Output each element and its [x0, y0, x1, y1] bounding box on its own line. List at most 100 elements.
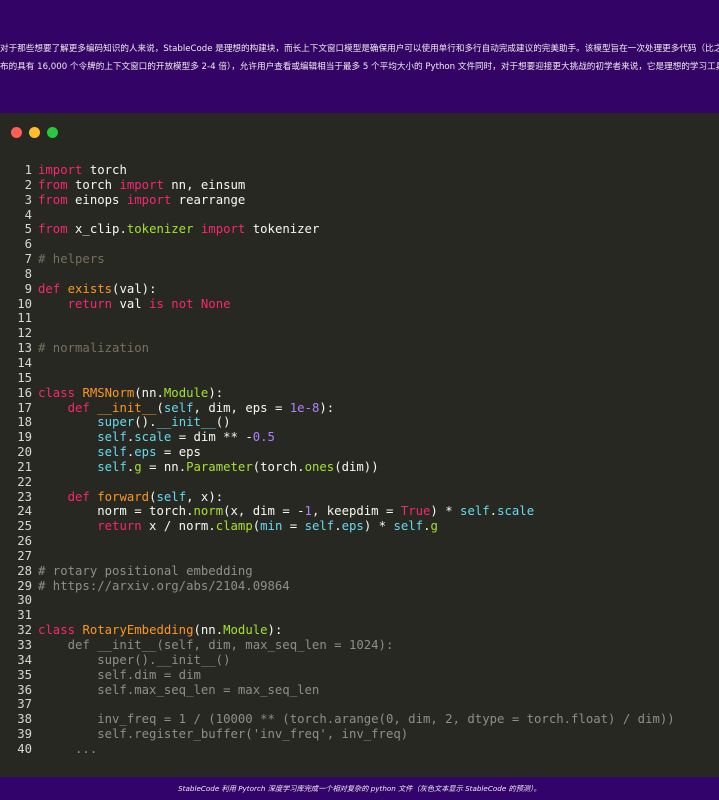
code-token: clamp — [215, 519, 253, 534]
code-line: 29 # https://arxiv.org/abs/2104.09864 — [0, 579, 675, 594]
code-token: einops — [67, 192, 127, 207]
code-token: eps — [341, 519, 364, 534]
code-line: 17 def __init__(self, dim, eps = 1e-8): — [0, 401, 675, 416]
line-number: 39 — [17, 727, 32, 742]
line-number: 15 — [17, 370, 32, 385]
code-token: scale — [134, 430, 172, 445]
code-token: ( — [149, 489, 157, 504]
code-line: 1 import torch — [0, 163, 675, 178]
code-token: , keepdim = — [311, 504, 401, 519]
code-token: from — [38, 222, 68, 237]
code-token: # rotary positional embedding — [38, 563, 253, 578]
line-number: 4 — [24, 207, 32, 222]
close-dot-icon — [11, 127, 22, 138]
code-token: class — [38, 385, 76, 400]
code-token: Module — [163, 385, 209, 400]
code-token: import — [200, 222, 246, 237]
code-token: return — [97, 519, 142, 534]
code-token: scale — [497, 504, 535, 519]
code-line: 14 — [0, 356, 675, 371]
code-token: from — [38, 192, 68, 207]
code-token: self — [460, 504, 490, 519]
maximize-dot-icon — [47, 127, 58, 138]
code-token: , dim, eps = — [193, 400, 290, 415]
code-line: 28 # rotary positional embedding — [0, 564, 675, 579]
line-number: 32 — [17, 623, 32, 638]
code-line: 8 — [0, 267, 675, 282]
code-line: 24 norm = torch. norm (x, dim = -1, keepdi… — [0, 504, 675, 519]
line-number: 16 — [17, 385, 32, 400]
code-line: 27 — [0, 549, 675, 564]
code-line: 33 def __init__(self, dim, max_seq_len =… — [0, 638, 675, 653]
code-token: import — [119, 177, 164, 192]
code-token: (nn. — [193, 623, 224, 638]
code-token: # normalization — [38, 341, 150, 356]
code-token: 1e-8 — [289, 400, 320, 415]
code-token: g — [430, 519, 438, 534]
code-token: val — [112, 296, 150, 311]
code-token: norm — [193, 504, 224, 519]
line-number: 11 — [17, 311, 32, 326]
code-line: 10 return val is not None — [0, 297, 675, 312]
line-number: 27 — [17, 548, 32, 563]
code-line: 7 # helpers — [0, 252, 675, 267]
code-token: ): — [319, 400, 335, 415]
line-number: 2 — [24, 177, 32, 192]
code-line: 30 — [0, 593, 675, 608]
code-line: 12 — [0, 326, 675, 341]
code-token: () — [215, 415, 231, 430]
line-number: 38 — [17, 712, 32, 727]
line-number: 36 — [17, 682, 32, 697]
code-line: 16 class RMSNorm (nn. Module): — [0, 386, 675, 401]
line-number: 6 — [24, 237, 32, 252]
line-number: 5 — [24, 222, 32, 237]
code-token: RotaryEmbedding — [82, 623, 194, 638]
code-token: ): — [208, 385, 224, 400]
code-token: rearrange — [171, 192, 246, 207]
code-line: 22 — [0, 475, 675, 490]
code-token: (dim)) — [334, 459, 379, 474]
code-token: ones — [304, 459, 335, 474]
code-line: 23 def forward(self, x): — [0, 490, 675, 505]
code-token: def — [67, 400, 90, 415]
code-token: torch — [82, 163, 127, 177]
code-token: # https://arxiv.org/abs/2104.09864 — [38, 578, 290, 593]
code-line: 18 super (). __init__() — [0, 415, 675, 430]
code-token: def __init__(self, dim, max_seq_len = 10… — [38, 638, 394, 652]
line-number: 24 — [17, 504, 32, 519]
code-token: ) * — [430, 504, 461, 519]
code-token: . — [489, 504, 498, 519]
code-token: = eps — [156, 445, 201, 460]
code-token: True — [400, 504, 431, 519]
code-line: 11 — [0, 311, 675, 326]
code-editor-window: 1 import torch 2 from torch import nn, eins… — [0, 113, 719, 777]
code-token: x_clip. — [67, 222, 127, 237]
line-number: 31 — [17, 608, 32, 623]
code-line: 32 class RotaryEmbedding (nn. Module): — [0, 623, 675, 638]
code-token: __init__ — [97, 400, 157, 415]
code-token: self.max_seq_len = max_seq_len — [38, 682, 320, 697]
code-token: eps — [134, 445, 157, 460]
code-token: 1 — [304, 504, 312, 519]
code-token: class — [38, 623, 76, 638]
figure-caption: StableCode 利用 Pytorch 深度学习库完成一个相对复杂的 pyt… — [0, 777, 719, 800]
code-token: torch — [67, 177, 120, 192]
line-number: 1 — [24, 163, 32, 177]
line-number: 17 — [17, 400, 32, 415]
code-token: self — [163, 400, 194, 415]
code-token: self.dim = dim — [38, 667, 201, 682]
line-number: 10 — [17, 296, 32, 311]
code-token: return — [67, 296, 113, 311]
code-token: tokenizer — [245, 222, 320, 237]
line-number: 7 — [24, 252, 32, 267]
code-line: 31 — [0, 608, 675, 623]
code-token: import — [126, 192, 172, 207]
code-line: 40 ... — [0, 742, 675, 757]
code-token: Parameter — [186, 459, 253, 474]
code-token: x / norm. — [141, 519, 216, 534]
